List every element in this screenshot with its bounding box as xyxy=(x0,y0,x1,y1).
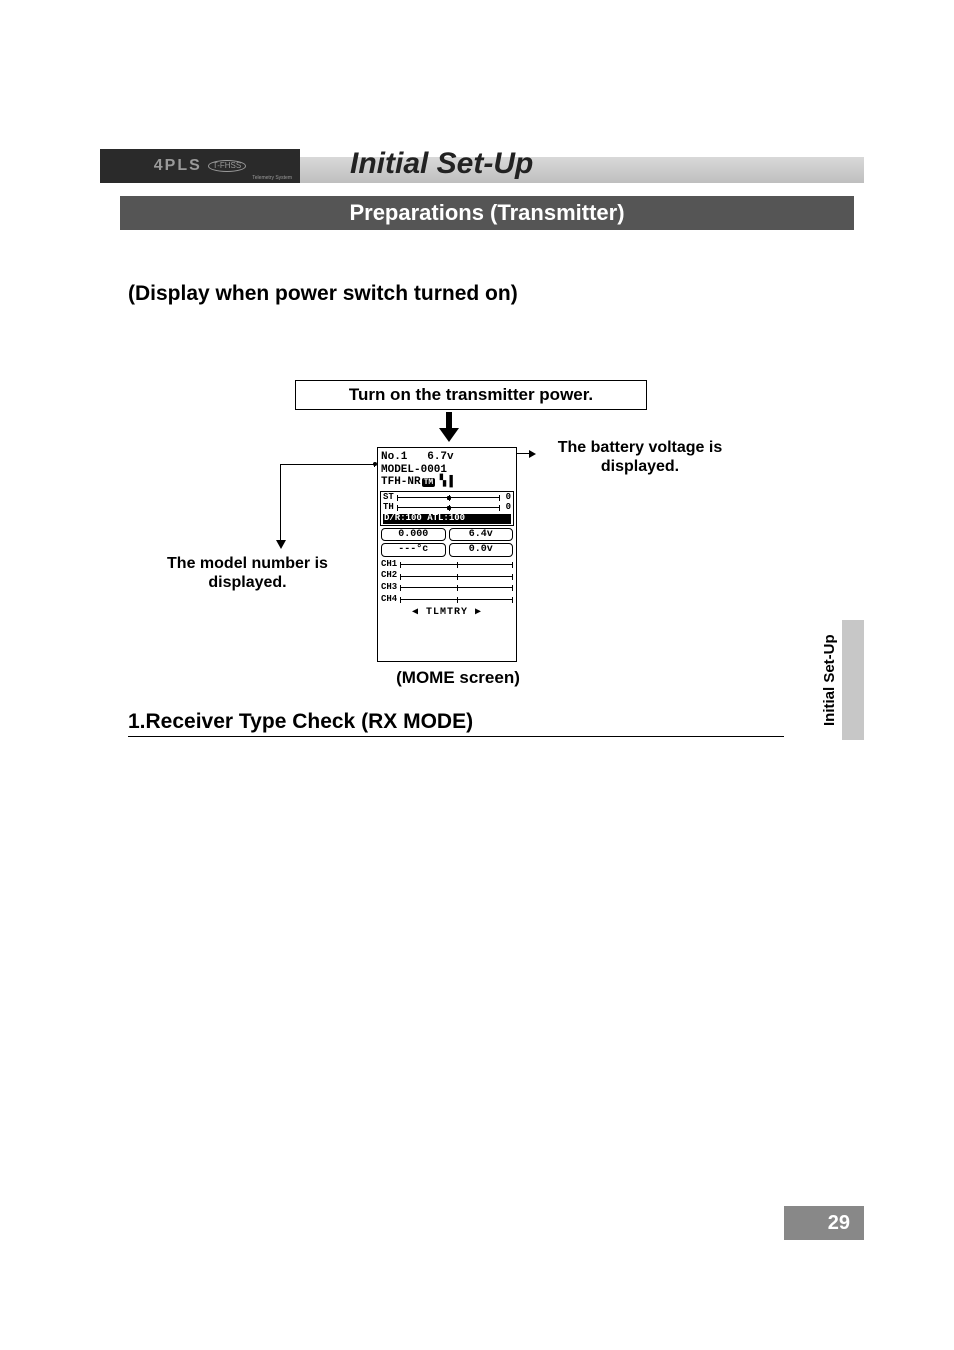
lcd-bottom-label: TLMTRY xyxy=(426,607,468,618)
lcd-dr: D/R:100 xyxy=(384,513,422,523)
lcd-ext-volt: 0.0v xyxy=(449,543,514,557)
logo-block: 4PLS T-FHSS Telemetry System xyxy=(100,149,300,183)
lcd-left-arrow-icon: ◀ xyxy=(412,607,419,618)
lcd-ch4: CH4 xyxy=(381,594,397,606)
lcd-th-val: 0 xyxy=(506,503,511,513)
lcd-rx-volt: 6.4v xyxy=(449,528,514,542)
page-number: 29 xyxy=(784,1206,864,1240)
lcd-th-label: TH xyxy=(383,503,394,513)
lcd-bottom: ◀ TLMTRY ▶ xyxy=(378,607,516,619)
mome-label: (MOME screen) xyxy=(378,668,538,688)
lcd-voltage: 6.7v xyxy=(427,451,453,463)
lcd-ch1: CH1 xyxy=(381,559,397,571)
lcd-top: No.1 6.7v MODEL-0001 TFH-NRTM▝▖▌ xyxy=(378,448,516,490)
logo-text: 4PLS xyxy=(154,157,202,175)
lcd-ch3: CH3 xyxy=(381,582,397,594)
lcd-mode: TFH-NR xyxy=(381,476,421,488)
page-title: Initial Set-Up xyxy=(350,147,533,181)
callout-battery: The battery voltage is displayed. xyxy=(530,438,750,476)
lcd-row-1: 0.000 6.4v xyxy=(381,528,513,542)
lcd-model-no: No.1 xyxy=(381,451,407,463)
callout-line-left-h xyxy=(280,464,375,465)
callout-line-left-v xyxy=(280,464,281,544)
lcd-row-2: ---°c 0.0v xyxy=(381,543,513,557)
instruction-box: Turn on the transmitter power. xyxy=(295,380,647,410)
lcd-channels: CH1 CH2 CH3 CH4 xyxy=(381,559,513,606)
lcd-right-arrow-icon: ▶ xyxy=(475,607,482,618)
lcd-atl: ATL:100 xyxy=(427,513,465,523)
sub-heading: (Display when power switch turned on) xyxy=(128,282,518,306)
lcd-section-trims: ST 0 TH 0 D/R:100 ATL:100 xyxy=(380,491,514,526)
page: 4PLS T-FHSS Telemetry System Initial Set… xyxy=(0,0,954,1350)
lcd-temp: ---°c xyxy=(381,543,446,557)
lcd-timer: 0.000 xyxy=(381,528,446,542)
side-tab-label: Initial Set-Up xyxy=(820,620,840,740)
lcd-screen: No.1 6.7v MODEL-0001 TFH-NRTM▝▖▌ ST 0 TH… xyxy=(377,447,517,662)
callout-model: The model number is displayed. xyxy=(135,554,360,592)
lcd-tm-icon: TM xyxy=(422,478,436,487)
section-header: Preparations (Transmitter) xyxy=(120,196,854,230)
lcd-ch2: CH2 xyxy=(381,570,397,582)
logo-sub: Telemetry System xyxy=(252,175,292,181)
section-1-heading: 1.Receiver Type Check (RX MODE) xyxy=(128,710,784,737)
side-tab-bar xyxy=(842,620,864,740)
logo-badge: T-FHSS xyxy=(208,160,246,172)
title-bar: 4PLS T-FHSS Telemetry System Initial Set… xyxy=(100,157,864,183)
callout-arrow-left-icon xyxy=(276,540,286,549)
lcd-signal-icon: ▝▖▌ xyxy=(436,476,456,488)
lcd-model-name: MODEL-0001 xyxy=(381,464,447,476)
